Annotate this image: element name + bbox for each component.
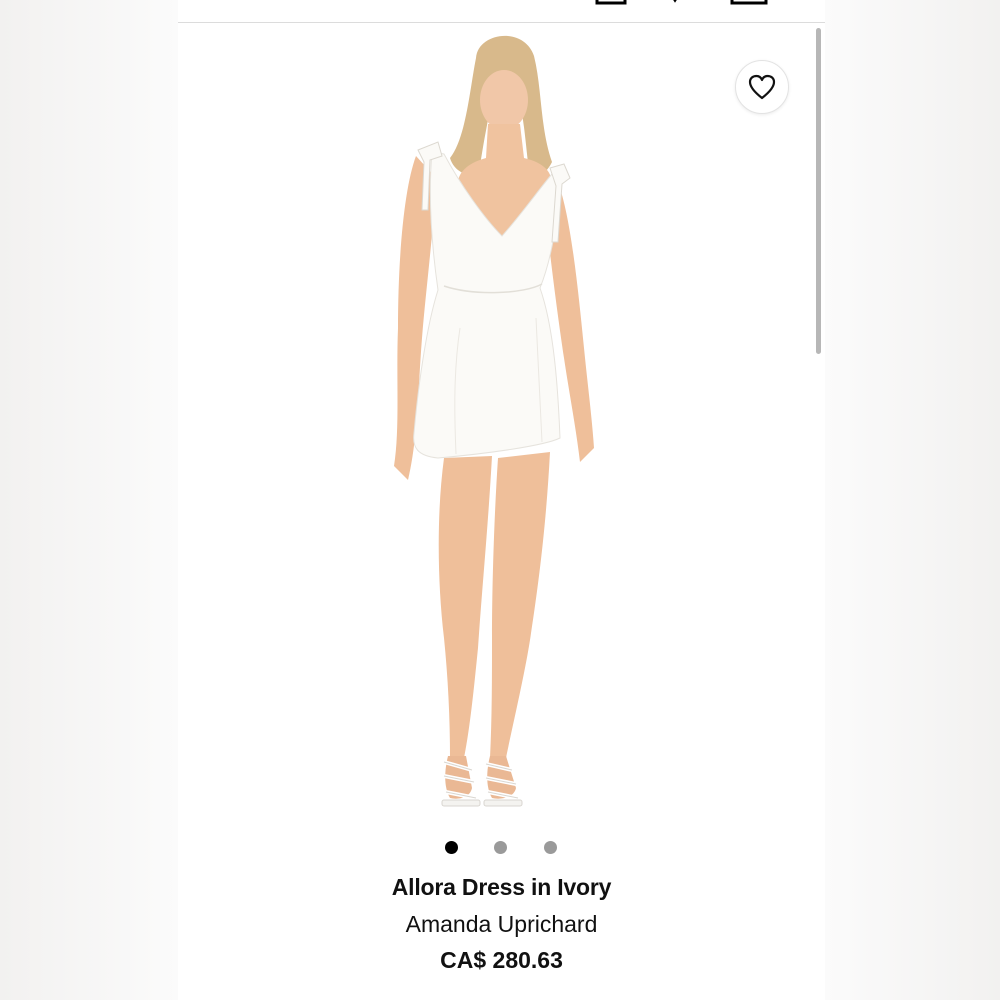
product-brand[interactable]: Amanda Uprichard <box>178 911 825 938</box>
background-left <box>0 0 178 1000</box>
background-right <box>825 0 1000 1000</box>
pagination-dot-2[interactable] <box>494 841 507 854</box>
product-image[interactable] <box>374 28 636 824</box>
shopping-bag-icon[interactable] <box>730 0 768 6</box>
scrollbar[interactable] <box>816 28 821 354</box>
pagination-dot-1[interactable] <box>445 841 458 854</box>
product-price: CA$ 280.63 <box>440 947 563 973</box>
partially-visible-link[interactable]: ​ <box>416 990 586 1000</box>
heart-icon <box>748 74 776 100</box>
pagination-dot-3[interactable] <box>544 841 557 854</box>
account-icon[interactable] <box>595 0 627 6</box>
product-page: Allora Dress in Ivory Amanda Uprichard C… <box>178 0 825 1000</box>
product-title: Allora Dress in Ivory <box>391 874 612 900</box>
search-icon[interactable] <box>210 0 236 6</box>
wishlist-nav-icon[interactable] <box>665 0 685 6</box>
top-navigation-bar <box>178 0 825 23</box>
image-pagination <box>178 841 825 855</box>
wishlist-button[interactable] <box>735 60 789 114</box>
